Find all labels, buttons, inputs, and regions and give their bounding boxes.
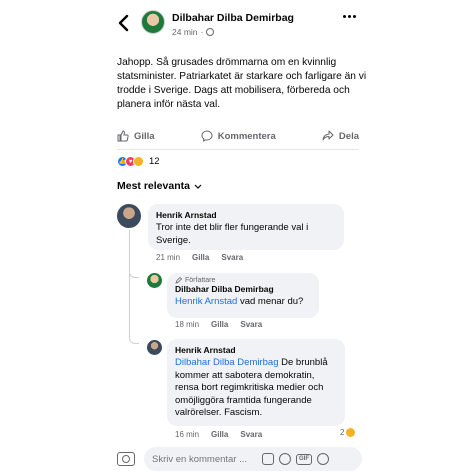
globe-icon — [206, 28, 215, 36]
reply-time: 18 min — [175, 320, 200, 329]
reply-time: 16 min — [175, 430, 200, 439]
back-arrow-icon[interactable] — [117, 14, 131, 32]
sort-label: Mest relevanta — [117, 180, 190, 192]
reply-bubble: Författare Dilbahar Dilba Demirbag Henri… — [167, 273, 319, 318]
post-author-name[interactable]: Dilbahar Dilba Demirbag — [172, 12, 294, 24]
comment-label: Kommentera — [217, 130, 276, 142]
reply-meta: 16 min Gilla Svara — [175, 430, 262, 439]
comment-sort-dropdown[interactable]: Mest relevanta — [117, 180, 202, 192]
post-action-bar: Gilla Kommentera Dela — [117, 124, 359, 148]
reaction-count: 12 — [149, 156, 160, 167]
comment-button[interactable]: Kommentera — [201, 130, 276, 142]
reply-text: Henrik Arnstad vad menar du? — [175, 296, 311, 309]
like-label: Gilla — [134, 130, 155, 142]
composer-icons: GIF — [262, 453, 329, 465]
author-badge-label: Författare — [185, 277, 216, 284]
reply-bubble: Henrik Arnstad Dilbahar Dilba Demirbag D… — [167, 339, 345, 426]
comment-time: 21 min — [156, 253, 181, 262]
comment-text: Tror inte det blir fler fungerande val i… — [156, 222, 309, 246]
post-meta: 24 min · — [172, 27, 215, 37]
separator-dot: · — [200, 27, 204, 37]
commenter-avatar[interactable] — [117, 204, 141, 228]
reply-author[interactable]: Dilbahar Dilba Demirbag — [175, 284, 311, 294]
share-arrow-icon — [322, 130, 334, 141]
thread-line — [129, 278, 130, 338]
comment-meta: 21 min Gilla Svara — [156, 253, 243, 262]
reply-like-link[interactable]: Gilla — [211, 430, 228, 439]
pencil-icon — [175, 277, 182, 284]
thread-connector — [129, 268, 139, 278]
reply-meta: 18 min Gilla Svara — [175, 320, 262, 329]
share-button[interactable]: Dela — [322, 130, 359, 142]
share-label: Dela — [338, 130, 359, 142]
reaction-summary[interactable]: 👍 ♥ 12 — [117, 156, 160, 167]
camera-icon[interactable] — [117, 452, 135, 466]
reply-body: vad menar du? — [237, 296, 304, 307]
post-time[interactable]: 24 min — [172, 27, 198, 37]
thumbs-up-icon — [117, 130, 129, 142]
reply-like-link[interactable]: Gilla — [211, 320, 228, 329]
author-avatar[interactable] — [141, 10, 165, 34]
avatar-sticker-icon[interactable] — [262, 453, 274, 465]
comment-input-wrapper[interactable]: GIF — [144, 447, 362, 471]
action-divider — [117, 149, 359, 150]
comment-bubble: Henrik Arnstad Tror inte det blir fler f… — [148, 204, 344, 250]
comment-like-link[interactable]: Gilla — [192, 253, 209, 262]
thread-connector — [129, 334, 139, 344]
mention-link[interactable]: Henrik Arnstad — [175, 296, 237, 307]
comment-input[interactable] — [152, 453, 258, 465]
reply-author-avatar[interactable] — [147, 340, 162, 355]
chevron-down-icon — [194, 184, 202, 189]
author-badge: Författare — [175, 277, 311, 284]
haha-reaction-icon — [133, 156, 144, 167]
gif-icon[interactable]: GIF — [296, 453, 312, 465]
reply-text: Dilbahar Dilba Demirbag De brunblå komme… — [175, 357, 337, 420]
like-button[interactable]: Gilla — [117, 130, 155, 142]
comment-reaction[interactable]: 2 — [340, 428, 356, 437]
reply-reply-link[interactable]: Svara — [240, 320, 262, 329]
comment-reaction-count: 2 — [340, 428, 345, 437]
emoji-icon[interactable] — [279, 453, 291, 465]
post-body-text: Jahopp. Så grusades drömmarna om en kvin… — [117, 57, 367, 110]
sad-reaction-icon — [346, 428, 356, 437]
sticker-icon[interactable] — [317, 453, 329, 465]
comment-author[interactable]: Henrik Arnstad — [156, 210, 336, 220]
mention-link[interactable]: Dilbahar Dilba Demirbag — [175, 357, 279, 368]
more-options-icon[interactable] — [343, 15, 357, 21]
reply-author[interactable]: Henrik Arnstad — [175, 345, 337, 355]
comment-composer: GIF — [117, 446, 362, 472]
reply-author-avatar[interactable] — [147, 273, 162, 288]
reply-reply-link[interactable]: Svara — [240, 430, 262, 439]
comment-bubble-icon — [201, 130, 213, 142]
comment-reply-link[interactable]: Svara — [221, 253, 243, 262]
